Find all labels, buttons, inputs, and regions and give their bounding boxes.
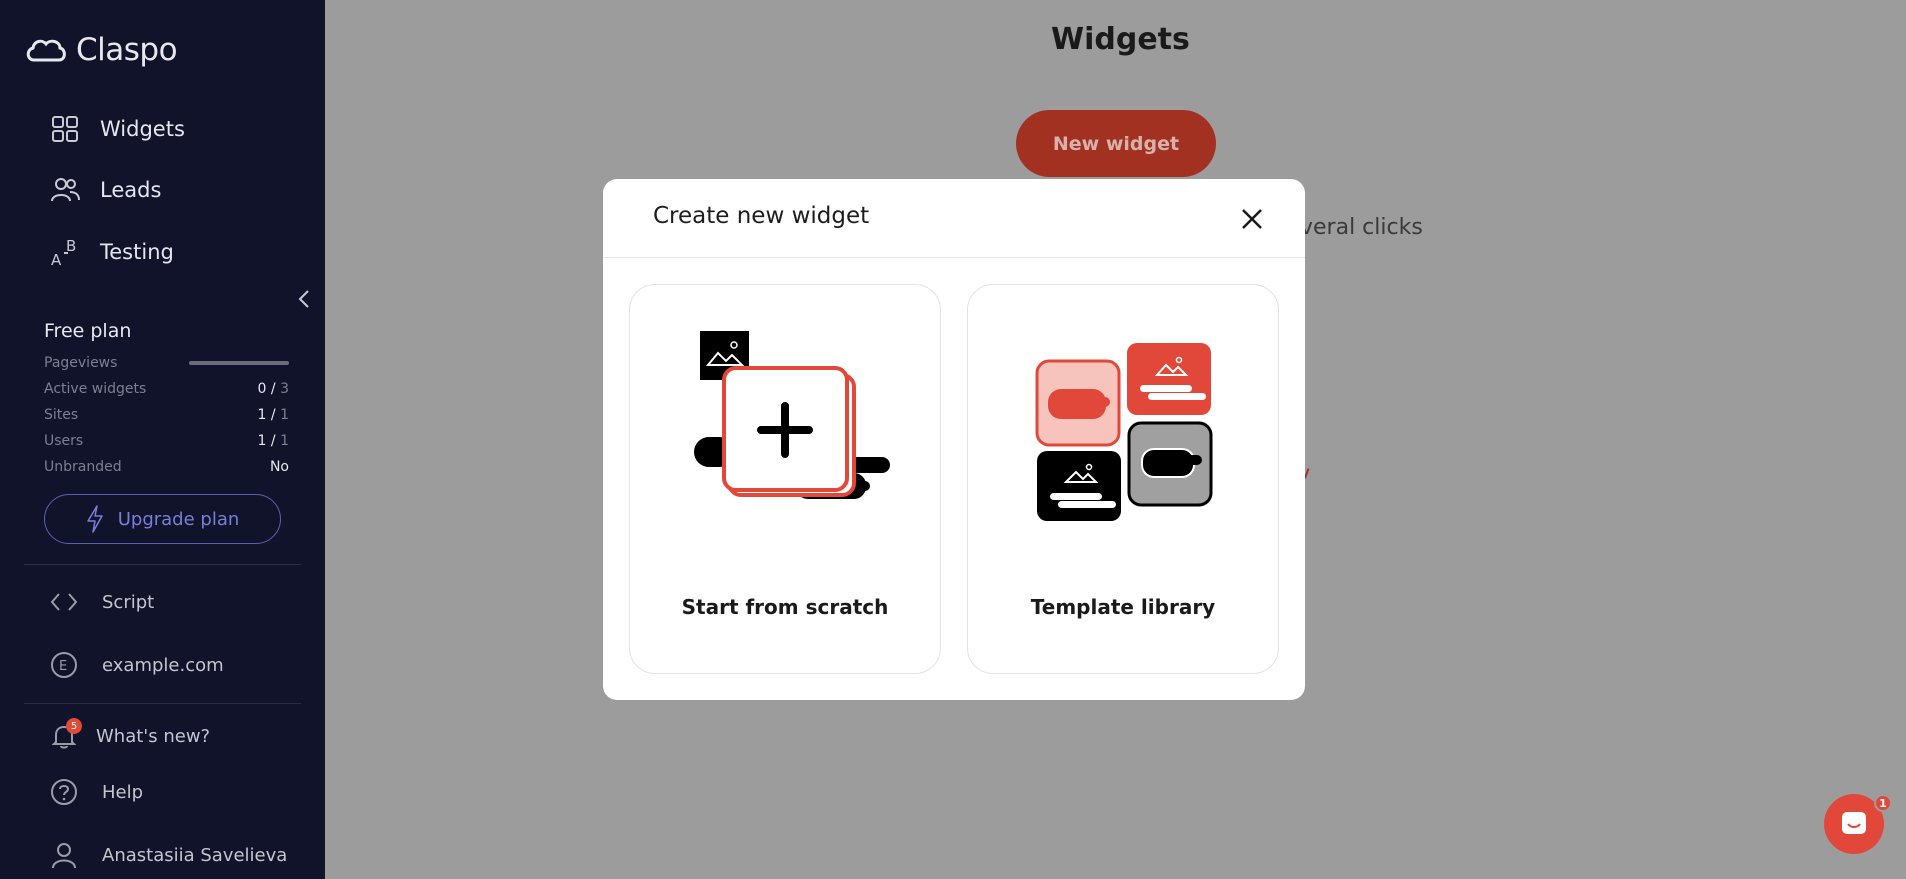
lightning-icon [86,505,103,533]
new-widget-button[interactable]: New widget [1016,110,1216,177]
background-description: veral clicks [1300,215,1423,240]
plan-row-active-widgets: Active widgets 0 / 3 [44,376,289,402]
sidebar-item-user[interactable]: Anastasiia Savelieva [50,841,287,869]
plan-row-label: Pageviews [44,355,118,371]
upgrade-plan-button[interactable]: Upgrade plan [44,494,281,544]
template-library-illustration-icon [1035,343,1213,521]
help-icon [51,779,77,805]
code-icon [50,593,78,611]
plan-row-label: Sites [44,407,79,423]
sidebar-item-help[interactable]: Help [50,778,143,806]
start-from-scratch-label: Start from scratch [681,595,889,619]
sidebar-item-label: example.com [102,654,224,676]
close-icon[interactable] [1239,206,1265,232]
svg-text:E: E [59,659,67,674]
site-e-icon: E [51,652,77,678]
collapse-sidebar-icon[interactable] [294,288,316,310]
modal-header: Create new widget [603,179,1305,258]
plan-row-value: 1 / 1 [257,407,289,423]
plan-row-sites: Sites 1 / 1 [44,402,289,428]
plan-row-label: Users [44,433,84,449]
logo-text: Claspo [76,32,178,68]
sidebar-item-testing[interactable]: A B Testing [50,237,174,267]
plan-row-value: No [269,459,289,475]
plan-row-label: Active widgets [44,381,147,397]
scratch-illustration-icon [694,331,890,499]
create-widget-modal: Create new widget Start from scratch Tem… [603,179,1305,700]
page-title: Widgets [1051,22,1190,57]
plan-row-value: 1 / 1 [257,433,289,449]
plan-row-unbranded: Unbranded No [44,454,289,480]
sidebar-item-leads[interactable]: Leads [50,175,161,205]
sidebar-item-widgets[interactable]: Widgets [50,114,185,144]
plan-row-users: Users 1 / 1 [44,428,289,454]
sidebar-item-label: What's new? [96,725,211,747]
sidebar-item-label: Leads [100,178,162,202]
notification-badge: 5 [66,718,82,734]
plan-summary: Free plan Pageviews Active widgets 0 / 3… [44,320,289,480]
svg-text:A: A [51,251,62,267]
plan-row-value: 0 / 3 [257,381,289,397]
divider [24,564,301,565]
template-library-card[interactable]: Template library [967,284,1279,674]
user-name: Anastasiia Savelieva [102,844,288,866]
divider [24,703,301,704]
plan-row-label: Unbranded [44,459,122,475]
plan-row-pageviews: Pageviews [44,350,289,376]
sidebar-item-label: Testing [100,240,174,264]
plan-title: Free plan [44,320,132,342]
upgrade-plan-label: Upgrade plan [117,508,240,530]
users-icon [51,178,80,202]
cloud-logo-icon [26,39,66,62]
start-from-scratch-card[interactable]: Start from scratch [629,284,941,674]
user-icon [52,843,76,869]
modal-title: Create new widget [653,203,870,229]
grid-icon [52,116,78,142]
sidebar-item-site[interactable]: E example.com [50,651,224,679]
sidebar-item-label: Widgets [100,117,185,141]
ab-test-icon: A B [51,237,76,267]
chat-badge: 1 [1874,794,1892,812]
logo[interactable]: Claspo [24,32,178,68]
pageviews-progress-bar [189,361,289,365]
sidebar-item-label: Script [102,591,155,613]
sidebar: Claspo Widgets Leads A B Testing Free pl… [0,0,325,879]
template-library-label: Template library [1030,595,1216,619]
sidebar-item-label: Help [102,781,144,803]
chat-icon [1842,812,1866,834]
sidebar-item-script[interactable]: Script [50,588,154,616]
